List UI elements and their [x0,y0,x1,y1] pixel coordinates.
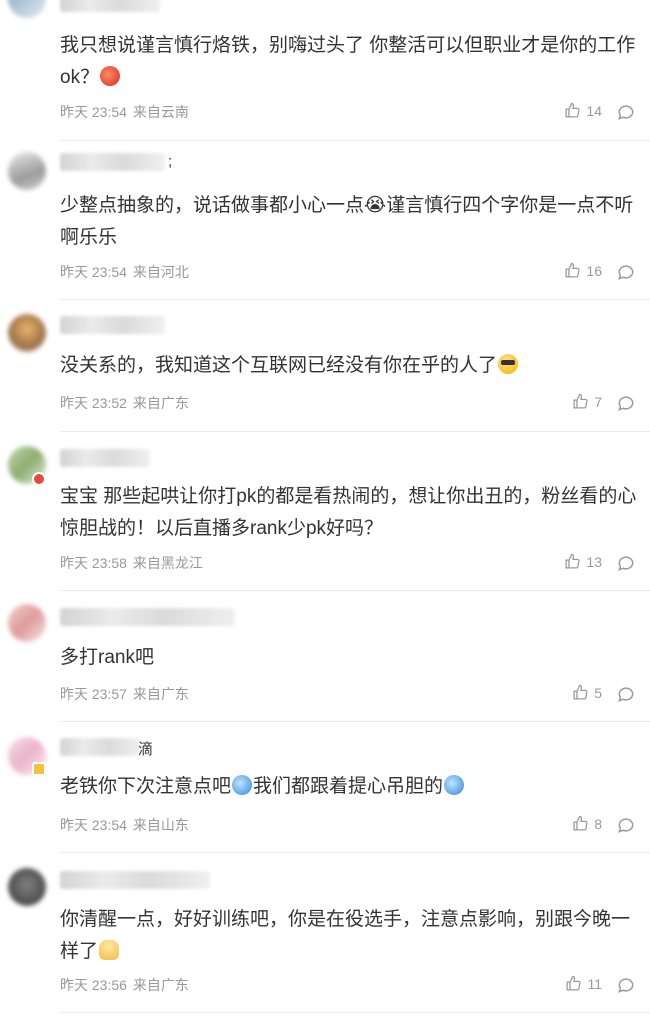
comment-meta: 昨天 23:56 来自广东 [60,975,191,995]
comment-text: 老铁你下次注意点吧 我们都跟着提心吊胆的 [60,771,645,803]
username[interactable] [60,316,165,334]
comment-time: 昨天 23:52 [60,395,127,411]
like-count: 13 [586,553,602,570]
divider [60,299,650,300]
comment-location: 来自广东 [132,686,189,702]
comment-location: 来自广东 [132,395,189,411]
comment-text: 你清醒一点，好好训练吧，你是在役选手，注意点影响，别跟今晚一样了 [60,909,631,962]
username[interactable] [60,153,165,171]
comment-meta: 昨天 23:58 来自黑龙江 [60,553,205,573]
comment-text: 没关系的，我知道这个互联网已经没有你在乎的人了 [60,350,645,382]
divider [60,721,650,722]
comment-bubble-icon[interactable] [616,102,636,122]
like-count: 5 [594,684,602,701]
thumbs-up-icon [565,553,580,569]
thumbs-up-icon [565,102,580,118]
divider [60,852,650,853]
avatar[interactable] [8,0,46,18]
avatar[interactable] [8,868,46,906]
comment-time: 昨天 23:56 [60,977,127,993]
like-button[interactable]: 7 [572,393,602,410]
comment-bubble-icon[interactable] [616,262,636,282]
like-count: 14 [586,102,602,119]
comment-meta: 昨天 23:54 来自山东 [60,815,191,835]
thumbs-up-icon [573,684,588,700]
comment-text: 宝宝 那些起哄让你打pk的都是看热闹的，想让你出丑的，粉丝看的心惊胆战的！以后直… [60,486,637,539]
comment-text: 少整点抽象的，说话做事都小心一点😭谨言慎行四个字你是一点不听啊乐乐 [60,195,634,248]
like-button[interactable]: 5 [572,684,602,701]
like-button[interactable]: 14 [564,102,602,119]
divider [60,140,650,141]
doraemon-emoji [232,775,253,795]
angry-face-emoji [100,66,121,86]
like-count: 11 [587,975,602,992]
divider [60,1012,650,1013]
comment-bubble-icon[interactable] [616,815,636,835]
comment-bubble-icon[interactable] [616,975,636,995]
member-badge [32,762,46,776]
avatar[interactable] [8,314,46,352]
comment-time: 昨天 23:54 [60,817,127,833]
like-count: 8 [594,815,602,832]
thumbs-up-icon [573,815,588,831]
comment-bubble-icon[interactable] [616,553,636,573]
comment-meta: 昨天 23:52 来自广东 [60,393,191,413]
like-button[interactable]: 13 [564,553,602,570]
comment-location: 来自云南 [132,104,189,120]
comment-meta: 昨天 23:54 来自云南 [60,102,191,122]
thumbs-up-icon [565,262,580,278]
username[interactable] [60,0,160,12]
like-button[interactable]: 8 [572,815,602,832]
like-count: 7 [594,393,602,410]
like-button[interactable]: 16 [564,262,602,279]
thumbs-up-icon [573,393,588,409]
username[interactable] [60,871,210,889]
divider [60,431,650,432]
avatar[interactable] [8,604,46,642]
avatar[interactable] [8,152,46,190]
username-suffix: ; [168,153,173,170]
comment-meta: 昨天 23:57 来自广东 [60,684,191,704]
sunglasses-emoji [498,354,519,374]
comment-time: 昨天 23:57 [60,686,127,702]
divider [60,590,650,591]
comment-text: 多打rank吧 [60,647,154,668]
username-suffix: 滴 [138,741,154,758]
comment-meta: 昨天 23:54 来自河北 [60,262,191,282]
comment-location: 来自山东 [132,817,189,833]
like-button[interactable]: 11 [565,975,602,992]
username[interactable] [60,738,140,756]
doraemon-emoji [444,775,465,795]
comment-text: 我只想说谨言慎行烙铁，别嗨过头了 你整活可以但职业才是你的工作ok？ [60,35,636,88]
comment-time: 昨天 23:54 [60,104,127,120]
verified-badge [32,472,46,486]
comment-location: 来自黑龙江 [132,555,203,571]
thumbs-up-icon [566,975,581,991]
like-count: 16 [586,262,602,279]
username[interactable] [60,449,150,467]
comment-bubble-icon[interactable] [616,684,636,704]
comment-location: 来自广东 [132,977,189,993]
comment-bubble-icon[interactable] [616,393,636,413]
comment-time: 昨天 23:54 [60,264,127,280]
comment-time: 昨天 23:58 [60,555,127,571]
comment-location: 来自河北 [132,264,189,280]
username[interactable] [60,608,235,626]
figure-emoji [99,940,120,960]
